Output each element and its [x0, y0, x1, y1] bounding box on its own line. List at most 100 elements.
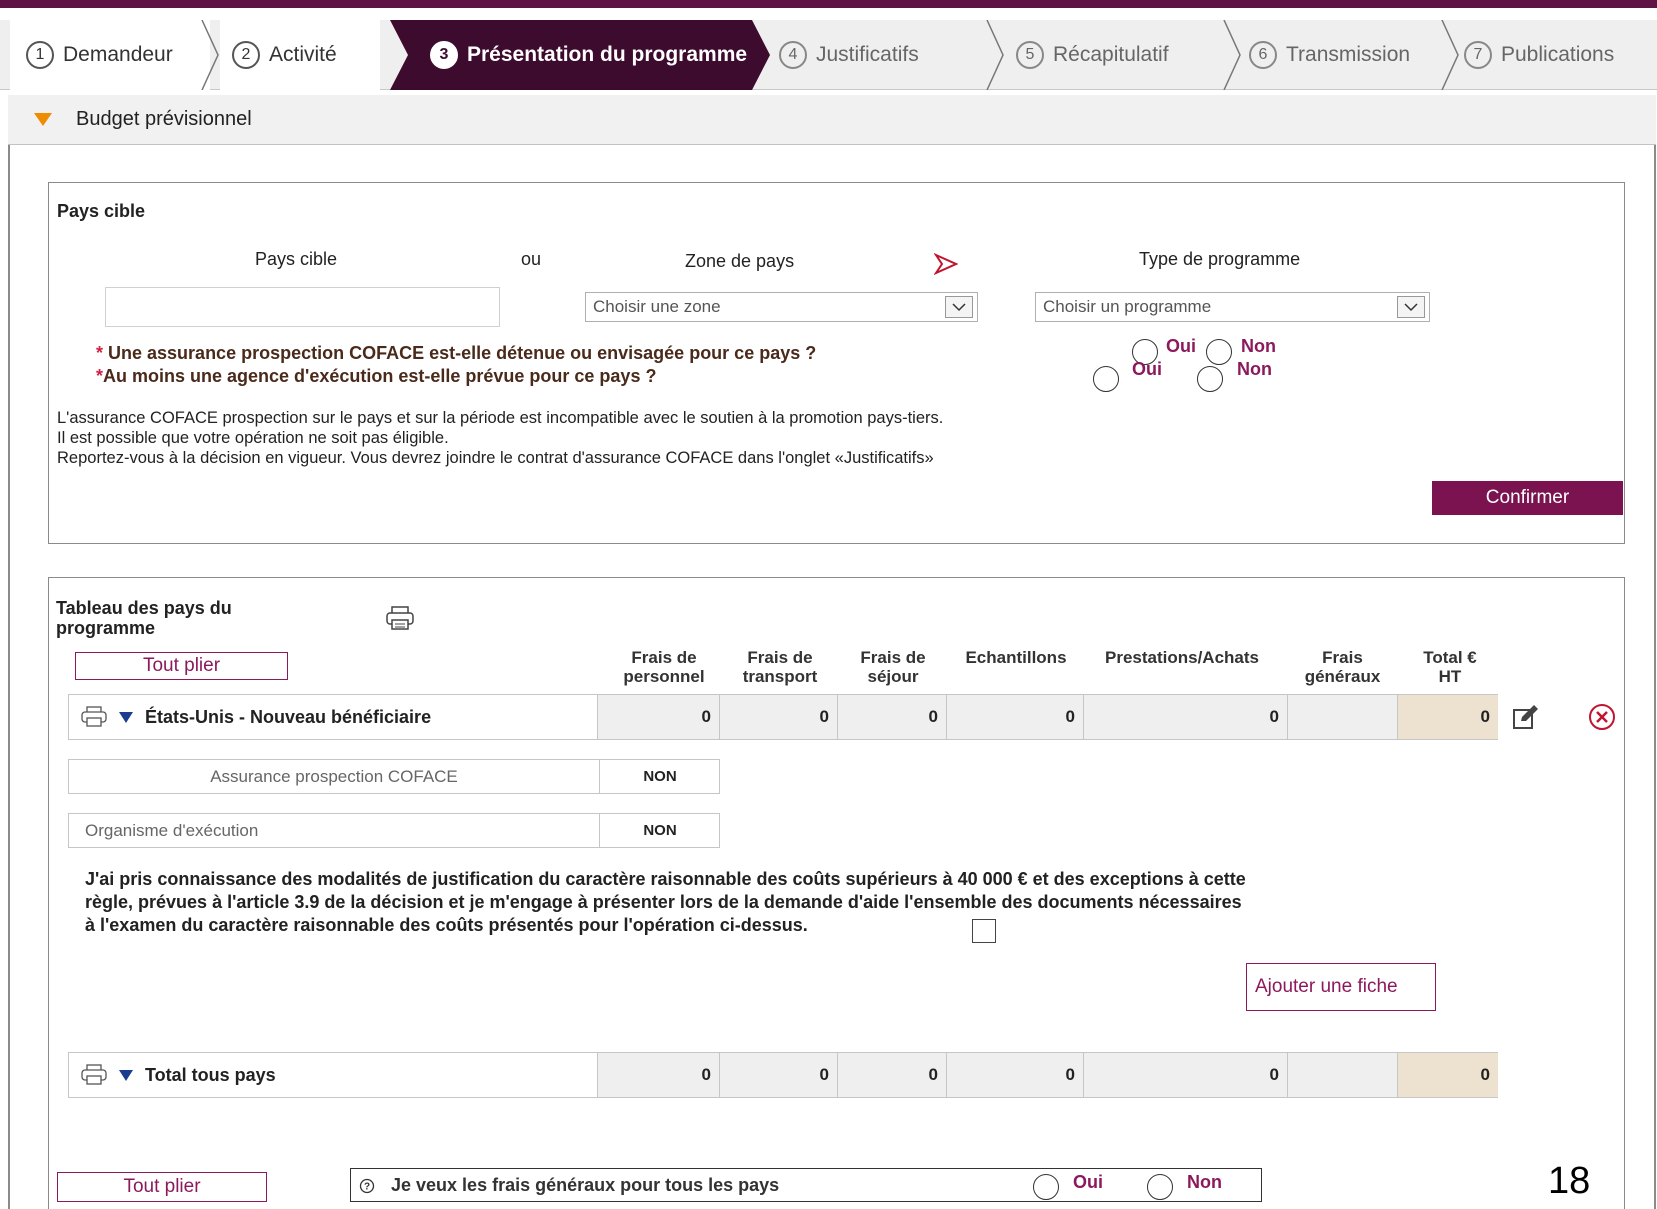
step-presentation-programme[interactable]: 3 Présentation du programme	[390, 20, 770, 90]
chevron-down-icon[interactable]	[1397, 296, 1425, 318]
total-row: Total tous pays 0 0 0 0 0 0	[68, 1052, 1498, 1098]
engagement-line-1: J'ai pris connaissance des modalités de …	[85, 869, 1246, 889]
engagement-checkbox[interactable]	[972, 919, 996, 943]
send-arrow-icon[interactable]	[934, 253, 958, 275]
assurance-coface-value: NON	[599, 760, 720, 793]
step-recapitulatif[interactable]: 5 Récapitulatif	[1010, 20, 1230, 90]
cell-total-ht: 0	[1397, 695, 1498, 739]
step-nav: 1 Demandeur 2 Activité 3 Présentation du…	[0, 20, 1657, 90]
step-transmission[interactable]: 6 Transmission	[1245, 20, 1450, 90]
header-line-2: HT	[1438, 667, 1462, 686]
step-number: 5	[1016, 41, 1044, 69]
step-separator-icon	[986, 20, 1004, 90]
assurance-coface-label: Assurance prospection COFACE	[210, 766, 458, 786]
header-prestations: Prestations/Achats	[1084, 648, 1280, 667]
cell-echantillons: 0	[946, 695, 1083, 739]
step-separator-icon	[201, 20, 219, 90]
cell-frais-transport: 0	[719, 695, 837, 739]
country-name: États-Unis - Nouveau bénéficiaire	[145, 706, 432, 727]
step-number: 1	[26, 41, 54, 69]
zone-select[interactable]: Choisir une zone	[585, 292, 978, 322]
assurance-coface-row: Assurance prospection COFACE NON	[68, 759, 720, 794]
header-line-2: personnel	[623, 667, 705, 686]
frais-generaux-question: Je veux les frais généraux pour tous les…	[391, 1175, 780, 1195]
step-justificatifs[interactable]: 4 Justificatifs	[775, 20, 985, 90]
programme-select[interactable]: Choisir un programme	[1035, 292, 1430, 322]
question-coface: * Une assurance prospection COFACE est-e…	[96, 343, 816, 364]
country-row: États-Unis - Nouveau bénéficiaire 0 0 0 …	[68, 694, 1498, 740]
tout-plier-bottom-button[interactable]: Tout plier	[57, 1172, 267, 1202]
step-label: Publications	[1501, 43, 1615, 66]
print-icon[interactable]	[385, 605, 415, 631]
agence-non-radio[interactable]	[1197, 366, 1223, 392]
header-frais-personnel: Frais de personnel	[600, 648, 728, 686]
confirm-button[interactable]: Confirmer	[1432, 481, 1623, 515]
zone-label: Zone de pays	[685, 251, 795, 271]
step-label: Transmission	[1286, 43, 1411, 66]
pays-cible-panel: Pays cible Pays cible ou Zone de pays Ty…	[48, 182, 1625, 544]
organisme-execution-label: Organisme d'exécution	[85, 820, 259, 840]
cell-frais-sejour: 0	[837, 695, 946, 739]
zone-select-value: Choisir une zone	[593, 297, 721, 316]
header-line-2: séjour	[867, 667, 919, 686]
chevron-down-icon[interactable]	[945, 296, 973, 318]
coface-non-label: Non	[1241, 336, 1276, 356]
cell-frais-personnel: 0	[597, 695, 719, 739]
header-line-1: Frais	[1322, 648, 1363, 667]
step-publications[interactable]: 7 Publications	[1462, 20, 1657, 90]
header-line-2: Prestations/Achats	[1105, 648, 1259, 667]
country-row-name[interactable]: États-Unis - Nouveau bénéficiaire	[81, 695, 431, 739]
organisme-execution-value: NON	[599, 814, 720, 847]
ou-label: ou	[521, 249, 542, 269]
organisme-execution-row: Organisme d'exécution NON	[68, 813, 720, 848]
engagement-line-3: à l'examen du caractère raisonnable des …	[85, 915, 808, 935]
edit-icon[interactable]	[1512, 704, 1540, 730]
page-number: 18	[1548, 1160, 1591, 1202]
tout-plier-button[interactable]: Tout plier	[75, 652, 288, 680]
step-activite[interactable]: 2 Activité	[220, 20, 380, 90]
programme-select-value: Choisir un programme	[1043, 297, 1212, 316]
delete-icon[interactable]	[1588, 703, 1616, 731]
expand-triangle-icon[interactable]	[119, 1069, 133, 1081]
section-header-budget[interactable]: Budget prévisionnel	[8, 95, 1656, 145]
step-demandeur[interactable]: 1 Demandeur	[10, 20, 210, 90]
engagement-line-2: règle, prévues à l'article 3.9 de la déc…	[85, 892, 1242, 912]
header-line-1: Frais de	[747, 648, 813, 667]
step-label: Récapitulatif	[1053, 43, 1169, 66]
print-icon[interactable]	[81, 1064, 107, 1086]
pays-cible-label: Pays cible	[255, 249, 338, 269]
step-number: 4	[779, 41, 807, 69]
print-icon[interactable]	[81, 706, 107, 728]
step-number: 3	[430, 41, 458, 69]
collapse-triangle-icon[interactable]	[34, 113, 52, 126]
notice-line-1: L'assurance COFACE prospection sur le pa…	[57, 409, 944, 427]
help-icon[interactable]: ?	[359, 1178, 375, 1194]
frais-generaux-oui-radio[interactable]	[1033, 1174, 1059, 1200]
header-line-1: Frais de	[860, 648, 926, 667]
tableau-title-line-1: Tableau des pays du	[56, 598, 232, 618]
panel-title: Pays cible	[57, 201, 146, 221]
total-row-name[interactable]: Total tous pays	[81, 1053, 276, 1097]
header-total-ht: Total € HT	[1405, 648, 1495, 686]
frais-generaux-non-radio[interactable]	[1147, 1174, 1173, 1200]
frais-generaux-non-label: Non	[1187, 1172, 1222, 1192]
expand-triangle-icon[interactable]	[119, 711, 133, 723]
ajouter-fiche-button[interactable]: Ajouter une fiche	[1246, 963, 1436, 1011]
pays-cible-input[interactable]	[105, 287, 500, 327]
header-line-1: Total €	[1423, 648, 1477, 667]
tableau-title-line-2: programme	[56, 618, 156, 638]
step-label: Demandeur	[63, 43, 173, 66]
coface-oui-label: Oui	[1166, 336, 1196, 356]
frais-generaux-oui-label: Oui	[1073, 1172, 1103, 1192]
question-agence-text: Au moins une agence d'exécution est-elle…	[103, 366, 657, 386]
total-total-ht: 0	[1397, 1053, 1498, 1097]
notice-line-3: Reportez-vous à la décision en vigueur. …	[57, 449, 934, 467]
agence-oui-radio[interactable]	[1093, 366, 1119, 392]
step-label: Justificatifs	[816, 43, 919, 66]
total-frais-transport: 0	[719, 1053, 837, 1097]
required-marker: *	[96, 366, 104, 386]
coface-non-radio[interactable]	[1206, 339, 1232, 365]
type-programme-label: Type de programme	[1139, 249, 1301, 269]
top-border	[0, 0, 1657, 8]
step-label: Présentation du programme	[467, 43, 748, 66]
